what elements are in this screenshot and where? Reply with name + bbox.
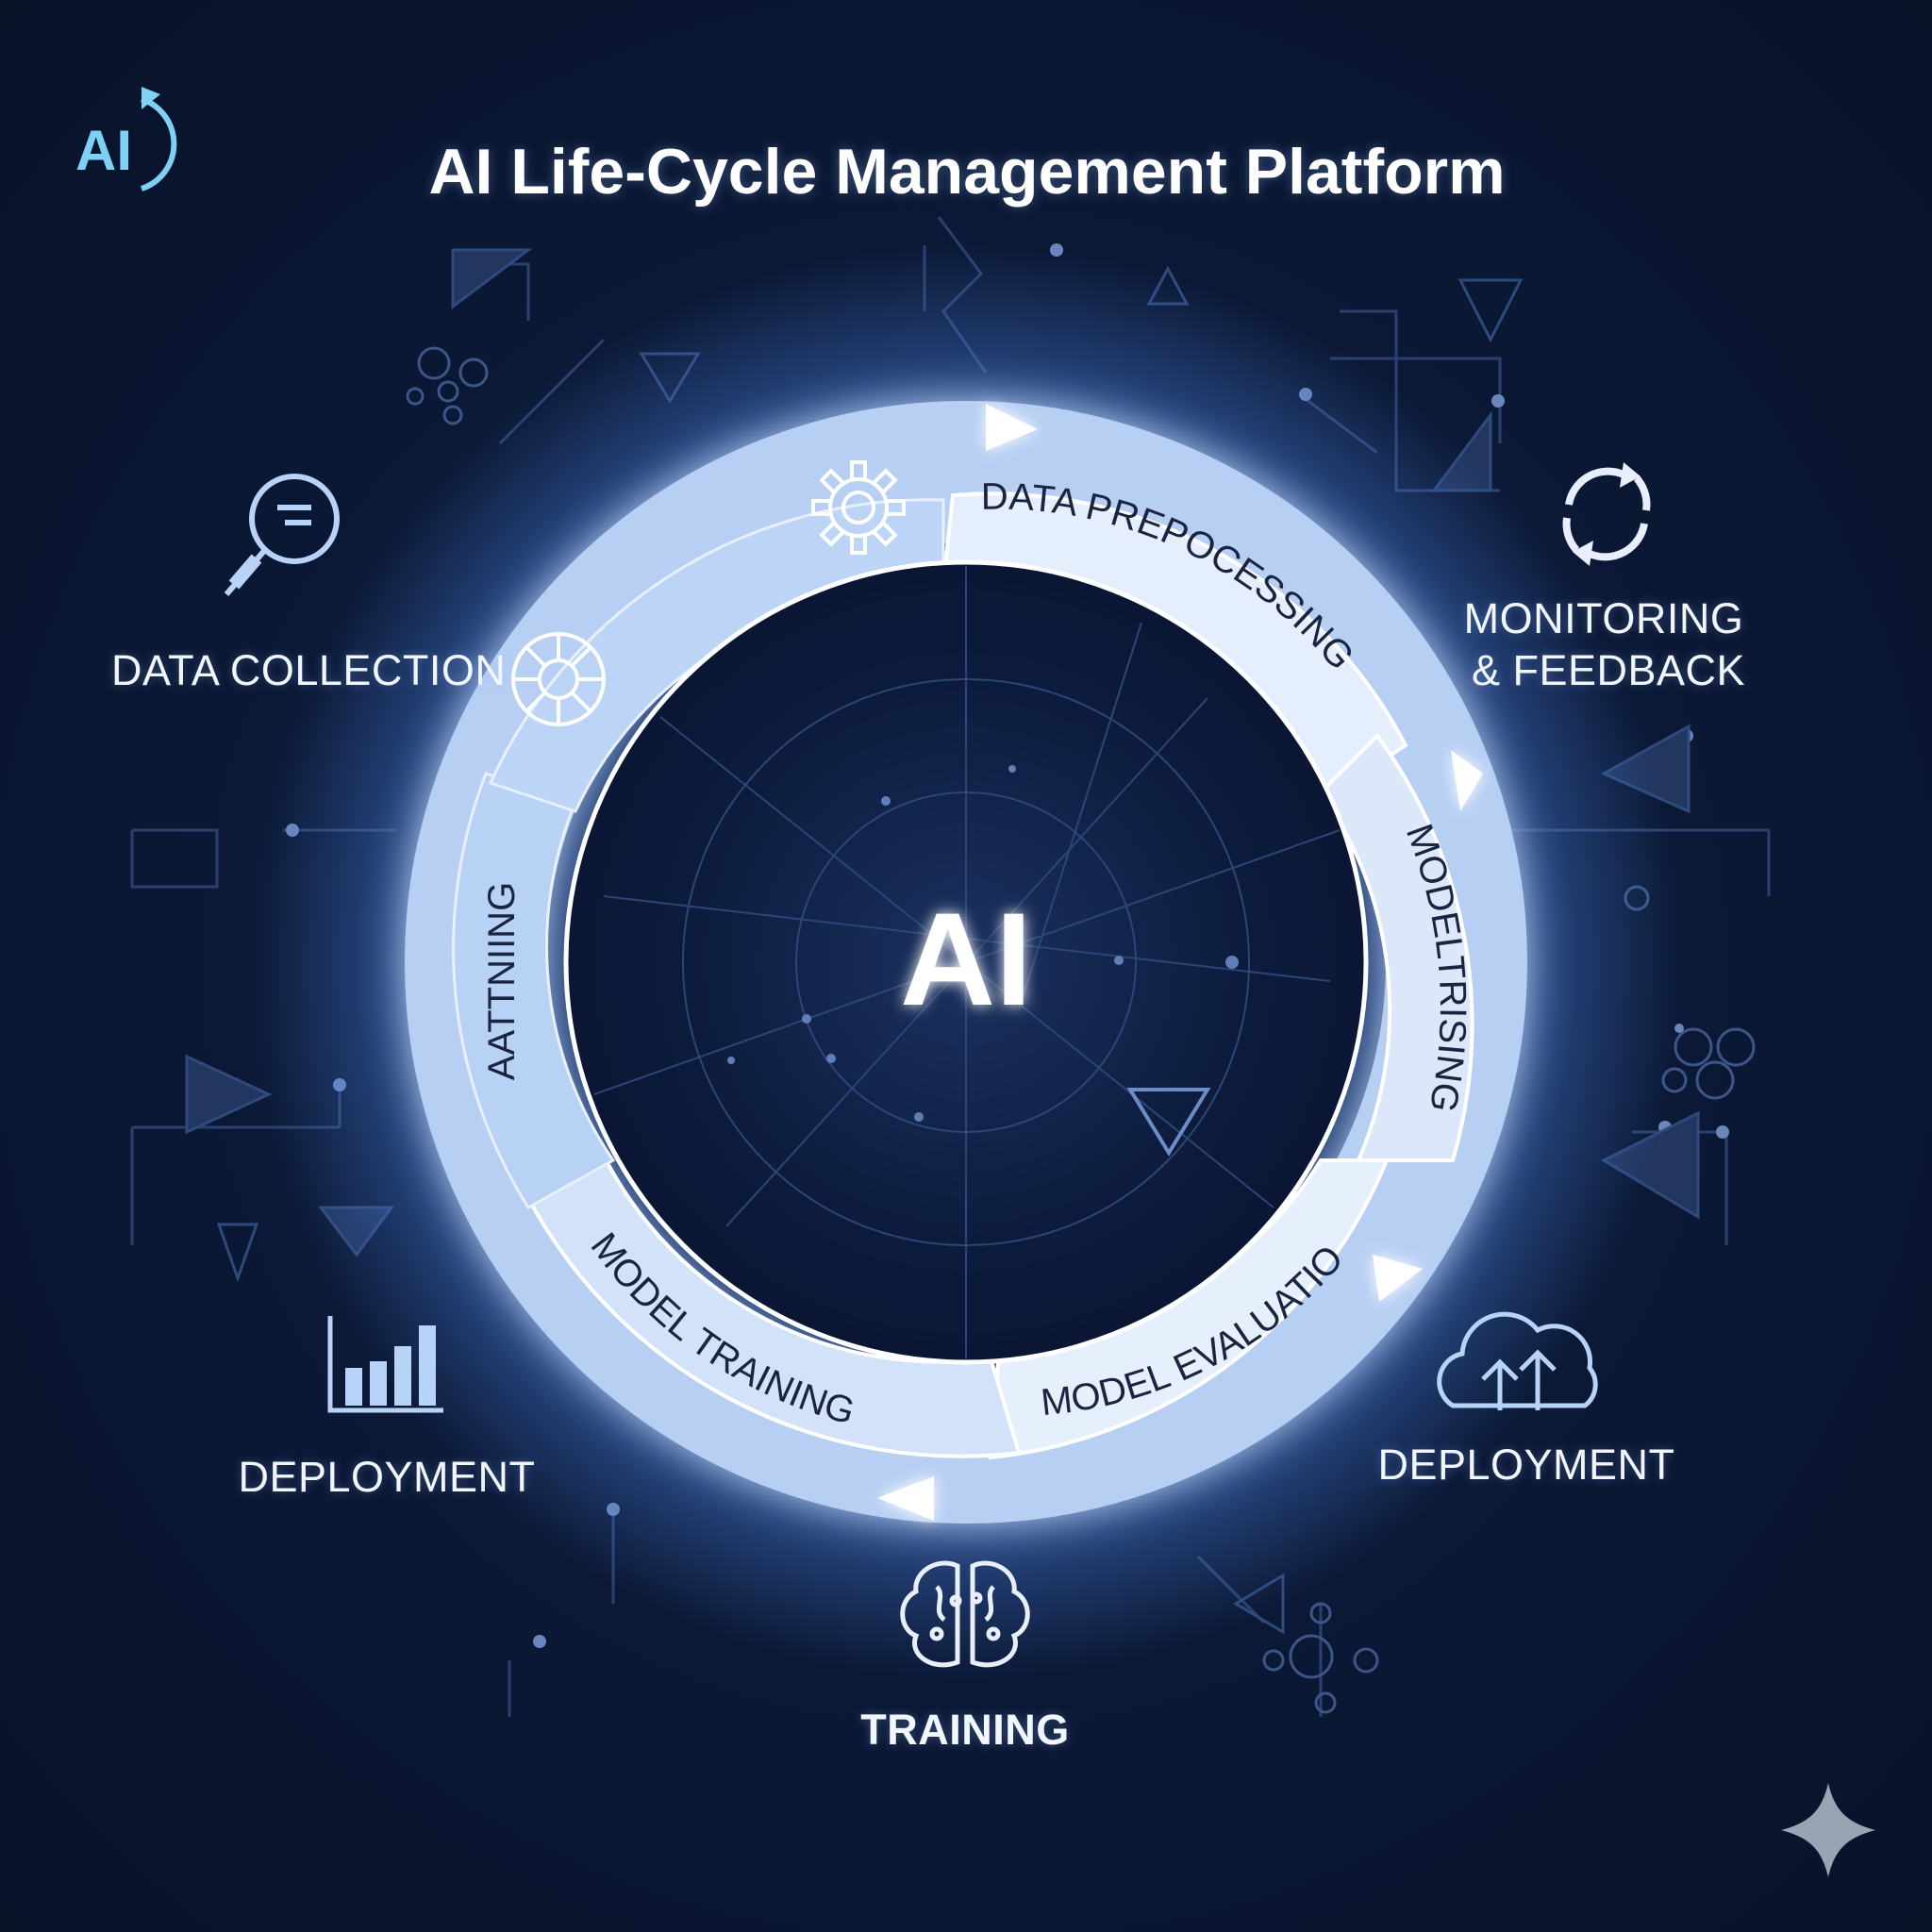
deployment-right-label: DEPLOYMENT: [1377, 1441, 1675, 1489]
monitoring-label-line2: & FEEDBACK: [1471, 646, 1746, 694]
diagram-canvas: DATA PREPOCESSING MODELTRISING MODEL EVA…: [0, 0, 1875, 1877]
sparkle-icon: [1781, 1783, 1875, 1877]
page-title: AI Life-Cycle Management Platform: [428, 136, 1506, 208]
logo-arc-icon: [141, 96, 177, 192]
deployment-left-label: DEPLOYMENT: [238, 1453, 536, 1501]
monitoring-label-line1: MONITORING: [1463, 594, 1744, 642]
segment-label-aattniing: AATTNIING: [481, 882, 523, 1080]
magnifier-icon: [224, 474, 340, 596]
training-label: TRAINING: [860, 1706, 1070, 1754]
logo-text: AI: [75, 119, 132, 182]
center-ai-text: AI: [900, 885, 1032, 1033]
refresh-cycle-icon: [1562, 462, 1651, 566]
ai-logo: AI: [75, 87, 177, 192]
data-collection-label: DATA COLLECTION: [111, 646, 507, 694]
